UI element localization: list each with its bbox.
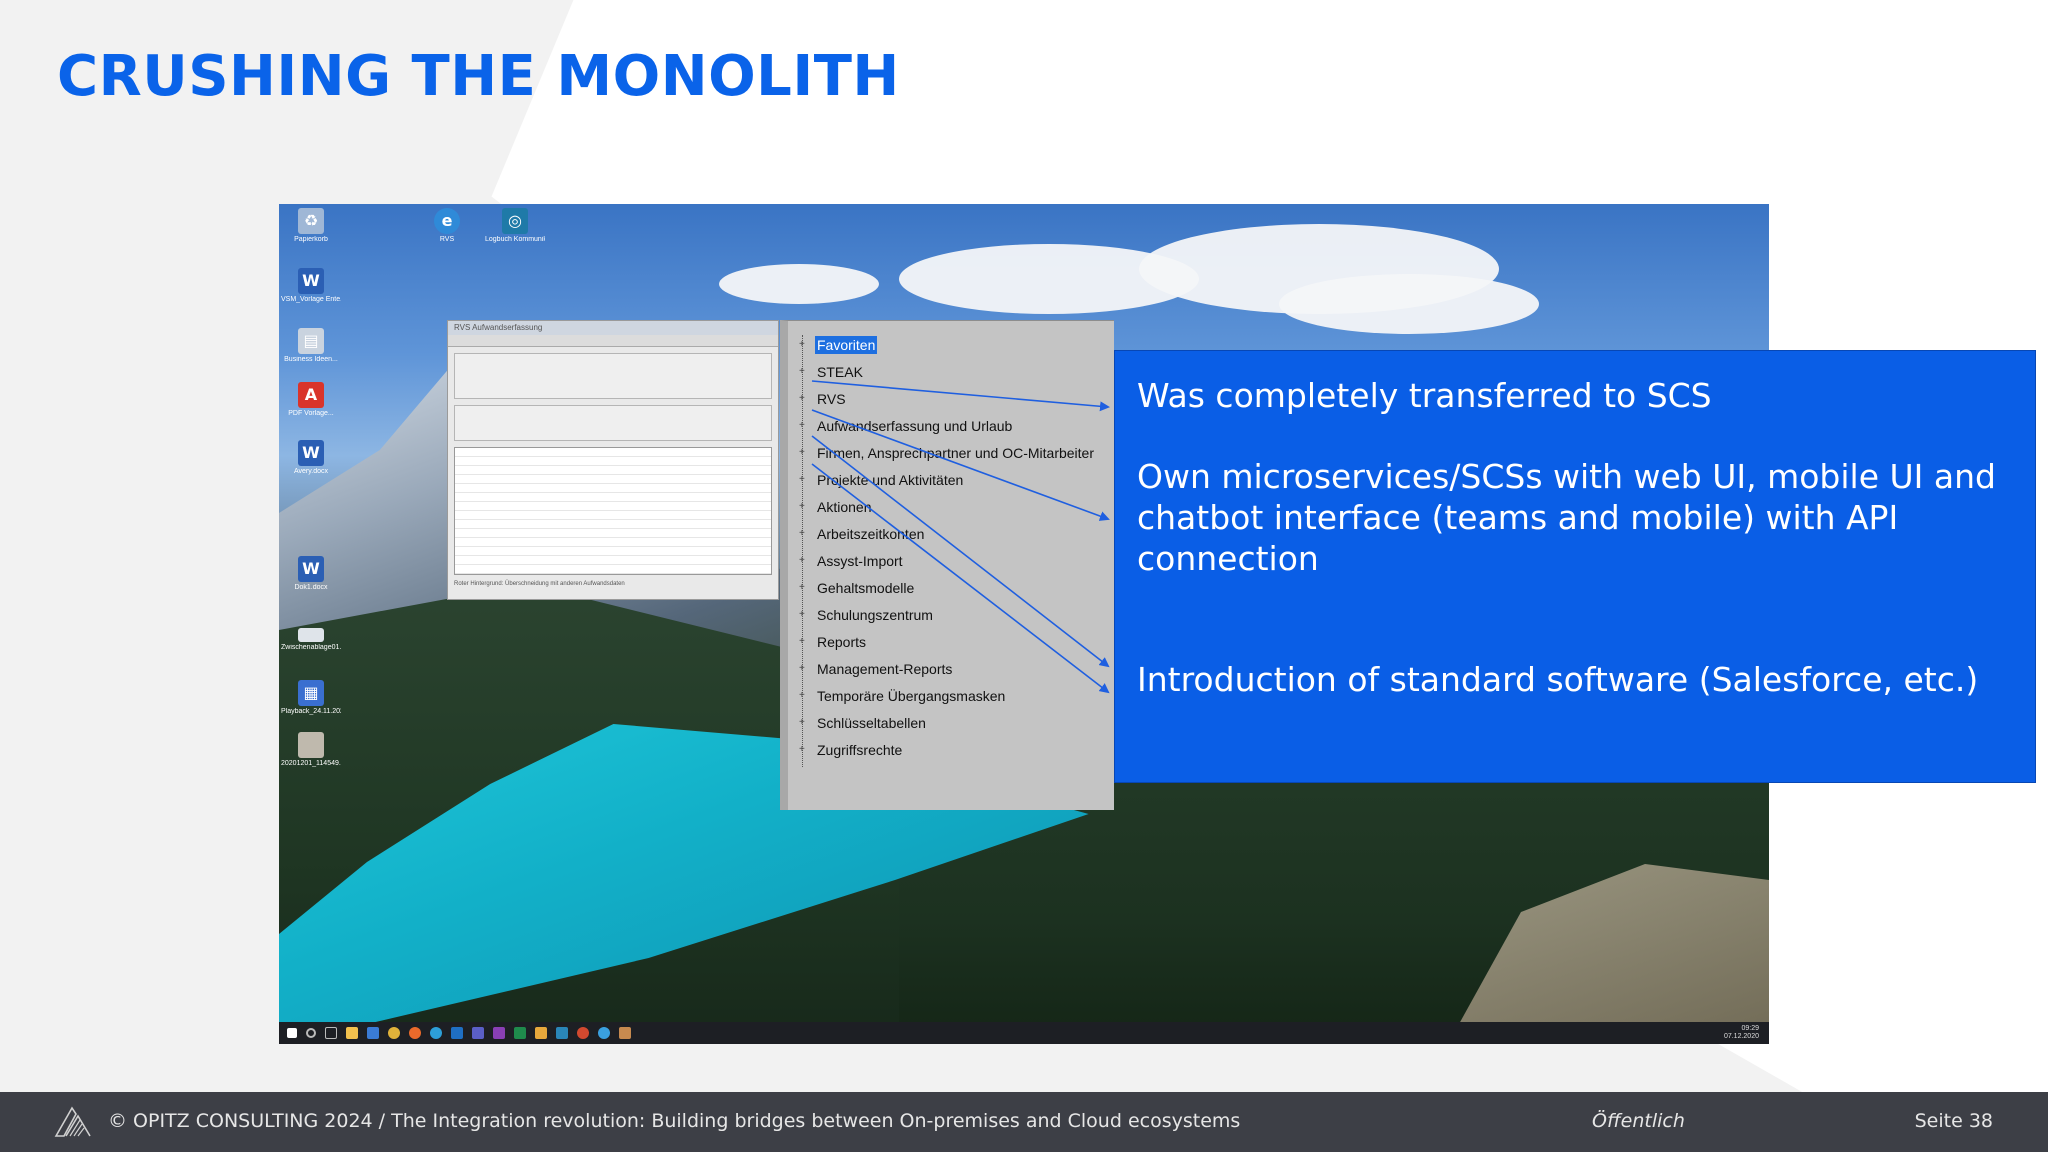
tree-item-aufwandserfassung[interactable]: Aufwandserfassung und Urlaub bbox=[799, 416, 1096, 443]
search-panel[interactable] bbox=[454, 405, 772, 441]
desktop-icon[interactable]: ◎ Logbuch Kommunikationsfragen bbox=[485, 208, 545, 243]
menu-tree: Favoriten STEAK RVS Aufwandserfassung un… bbox=[799, 335, 1096, 767]
tree-item-assyst-import[interactable]: Assyst-Import bbox=[799, 551, 1096, 578]
desktop-icon[interactable]: ▤ Business Ideen... bbox=[281, 328, 341, 363]
tree-item-gehaltsmodelle[interactable]: Gehaltsmodelle bbox=[799, 578, 1096, 605]
window-status-text: Roter Hintergrund: Überschneidung mit an… bbox=[454, 581, 625, 587]
footer-classification: Öffentlich bbox=[1592, 1110, 1685, 1132]
slide-footer: © OPITZ CONSULTING 2024 / The Integratio… bbox=[0, 1092, 2048, 1152]
desktop-icon[interactable]: ▦ Playback_24.11.202... bbox=[281, 680, 341, 715]
desktop-icon-label: RVS bbox=[439, 236, 455, 243]
filter-panel[interactable] bbox=[454, 353, 772, 399]
desktop-icon-label: Business Ideen... bbox=[284, 356, 338, 363]
app-icon[interactable] bbox=[577, 1027, 589, 1039]
image-file-icon bbox=[298, 732, 324, 758]
desktop-icon[interactable]: W Dok1.docx bbox=[281, 556, 341, 591]
desktop-icon-label: Playback_24.11.202... bbox=[281, 708, 341, 715]
footer-page-number: Seite 38 bbox=[1914, 1110, 1993, 1132]
outlook-icon[interactable] bbox=[451, 1027, 463, 1039]
search-icon[interactable] bbox=[306, 1028, 316, 1038]
desktop-icon[interactable]: 20201201_114549... bbox=[281, 732, 341, 767]
cloud bbox=[1279, 274, 1539, 334]
cloud bbox=[719, 264, 879, 304]
tree-item-schulungszentrum[interactable]: Schulungszentrum bbox=[799, 605, 1096, 632]
task-view-icon[interactable] bbox=[325, 1027, 337, 1039]
desktop-icon-label: 20201201_114549... bbox=[281, 760, 341, 767]
tree-item-projekte[interactable]: Projekte und Aktivitäten bbox=[799, 470, 1096, 497]
tree-item-aktionen[interactable]: Aktionen bbox=[799, 497, 1096, 524]
tree-item-firmen[interactable]: Firmen, Ansprechpartner und OC-Mitarbeit… bbox=[799, 443, 1096, 470]
word-doc-icon: W bbox=[298, 440, 324, 466]
app-icon[interactable] bbox=[556, 1027, 568, 1039]
desktop-icon[interactable]: ♻ Papierkorb bbox=[281, 208, 341, 243]
desktop-icon-label: Avery.docx bbox=[294, 468, 328, 475]
chrome-icon[interactable] bbox=[388, 1027, 400, 1039]
ie-icon[interactable] bbox=[598, 1027, 610, 1039]
word-doc-icon: W bbox=[298, 268, 324, 294]
desktop-icon[interactable]: W VSM_Vorlage Ente... bbox=[281, 268, 341, 303]
company-logo-icon bbox=[54, 1106, 91, 1137]
desktop-icon-label: Logbuch Kommunikationsfragen bbox=[485, 236, 545, 243]
word-doc-icon: W bbox=[298, 556, 324, 582]
desktop-icon-label: Zwischenablage01... bbox=[281, 644, 341, 651]
edge-icon[interactable] bbox=[430, 1027, 442, 1039]
onenote-icon[interactable] bbox=[493, 1027, 505, 1039]
image-file-icon bbox=[298, 628, 324, 642]
desktop-icon[interactable]: e RVS bbox=[417, 208, 477, 243]
callout-microservices-statement: Own microservices/SCSs with web UI, mobi… bbox=[1137, 457, 1996, 578]
time-entries-grid[interactable] bbox=[454, 447, 772, 575]
tree-item-schluesseltabellen[interactable]: Schlüsseltabellen bbox=[799, 713, 1096, 740]
media-file-icon: ▦ bbox=[298, 680, 324, 706]
desktop-icon-label: PDF Vorlage... bbox=[288, 410, 334, 417]
document-icon: ▤ bbox=[298, 328, 324, 354]
firefox-icon[interactable] bbox=[409, 1027, 421, 1039]
app-icon: ◎ bbox=[502, 208, 528, 234]
desktop-icon[interactable]: W Avery.docx bbox=[281, 440, 341, 475]
tree-item-favoriten[interactable]: Favoriten bbox=[799, 335, 1096, 362]
tree-item-arbeitszeitkonten[interactable]: Arbeitszeitkonten bbox=[799, 524, 1096, 551]
desktop-icon[interactable]: Zwischenablage01... bbox=[281, 620, 341, 651]
recycle-bin-icon: ♻ bbox=[298, 208, 324, 234]
tree-item-temporaere-masken[interactable]: Temporäre Übergangsmasken bbox=[799, 686, 1096, 713]
app-icon[interactable] bbox=[367, 1027, 379, 1039]
edge-icon: e bbox=[434, 208, 460, 234]
legacy-app-window[interactable]: RVS Aufwandserfassung Roter Hintergrund:… bbox=[447, 320, 779, 600]
app-icon[interactable] bbox=[535, 1027, 547, 1039]
tree-item-reports[interactable]: Reports bbox=[799, 632, 1096, 659]
tree-item-management-reports[interactable]: Management-Reports bbox=[799, 659, 1096, 686]
folder-icon[interactable] bbox=[346, 1027, 358, 1039]
callout-standard-software-statement: Introduction of standard software (Sales… bbox=[1137, 660, 1979, 699]
teams-icon[interactable] bbox=[472, 1027, 484, 1039]
pdf-icon: A bbox=[298, 382, 324, 408]
tree-item-zugriffsrechte[interactable]: Zugriffsrechte bbox=[799, 740, 1096, 767]
menu-tree-panel[interactable]: Favoriten STEAK RVS Aufwandserfassung un… bbox=[780, 320, 1114, 810]
slide-title: CRUSHING THE MONOLITH bbox=[57, 44, 900, 109]
app-icon[interactable] bbox=[619, 1027, 631, 1039]
desktop-icon-label: Dok1.docx bbox=[294, 584, 328, 591]
tree-item-steak[interactable]: STEAK bbox=[799, 362, 1096, 389]
taskbar-clock[interactable]: 09:29 07.12.2020 bbox=[1724, 1025, 1759, 1041]
migration-callout: Was completely transferred to SCS Own mi… bbox=[1114, 350, 2036, 783]
window-title: RVS Aufwandserfassung bbox=[448, 321, 778, 335]
tree-item-rvs[interactable]: RVS bbox=[799, 389, 1096, 416]
excel-icon[interactable] bbox=[514, 1027, 526, 1039]
desktop-icon-label: VSM_Vorlage Ente... bbox=[281, 296, 341, 303]
window-toolbar[interactable] bbox=[448, 335, 778, 347]
desktop-icon-label: Papierkorb bbox=[294, 236, 328, 243]
windows-taskbar: 09:29 07.12.2020 bbox=[279, 1022, 1769, 1044]
start-icon[interactable] bbox=[287, 1028, 297, 1038]
callout-scs-statement: Was completely transferred to SCS bbox=[1137, 376, 1712, 415]
footer-copyright: © OPITZ CONSULTING 2024 / The Integratio… bbox=[108, 1110, 1241, 1132]
desktop-icon[interactable]: A PDF Vorlage... bbox=[281, 382, 341, 417]
